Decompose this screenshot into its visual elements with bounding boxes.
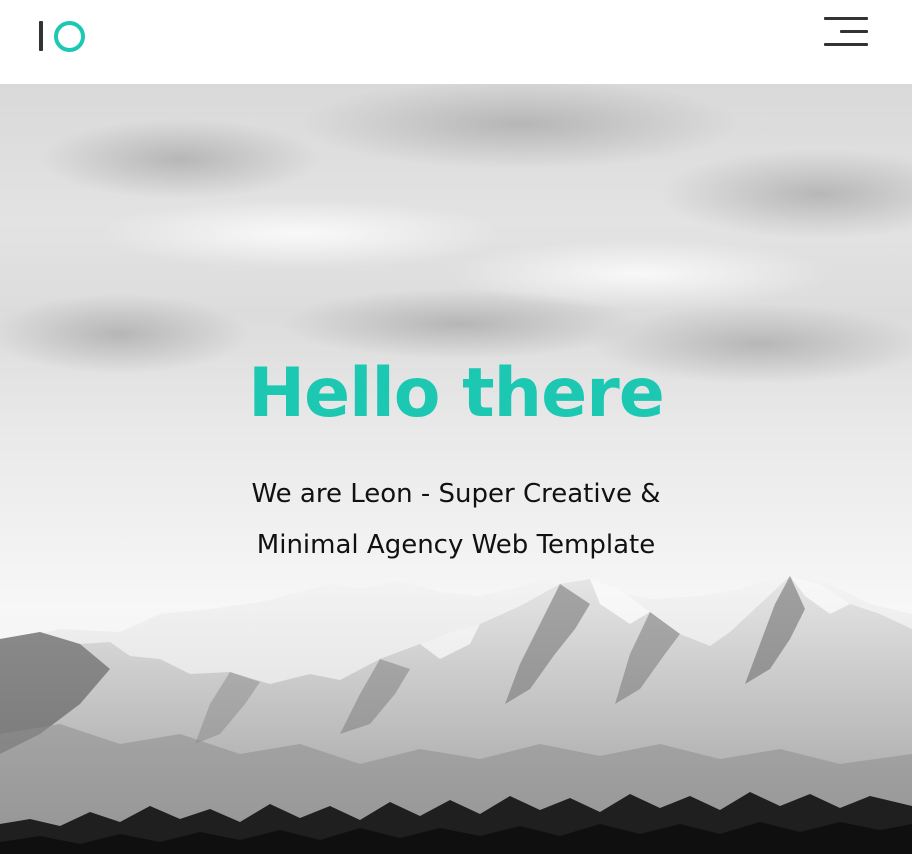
hero-subtitle-line: Minimal Agency Web Template	[256, 530, 656, 560]
hamburger-menu-button[interactable]	[820, 14, 872, 52]
menu-line-icon	[824, 17, 868, 20]
hero-subtitle: We are Leon - Super Creative & Minimal A…	[0, 469, 912, 571]
hero-subtitle-line: We are Leon - Super Creative &	[251, 479, 661, 509]
logo-ring-icon	[54, 21, 85, 52]
hero-section: Hello there We are Leon - Super Creative…	[0, 84, 912, 854]
menu-line-icon	[824, 43, 868, 46]
site-header	[0, 0, 912, 84]
logo-link[interactable]	[37, 19, 89, 53]
hero-title: Hello there	[248, 354, 665, 433]
logo-bar-icon	[39, 21, 43, 51]
menu-line-icon	[840, 30, 868, 33]
